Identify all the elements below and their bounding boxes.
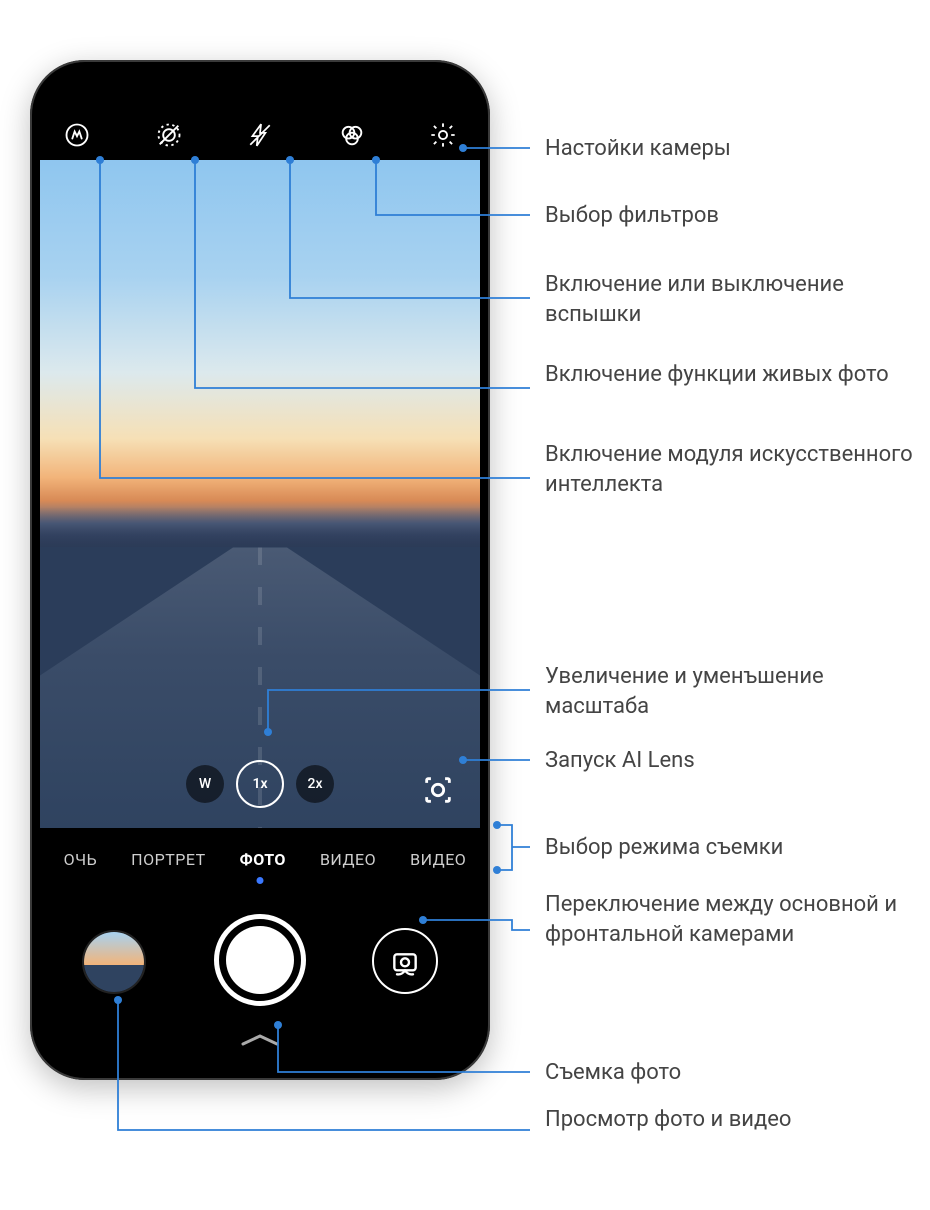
mode-photo[interactable]: ФОТО <box>240 850 286 869</box>
zoom-1x-button[interactable]: 1x <box>236 760 284 808</box>
mode-night[interactable]: ОЧЬ <box>64 850 98 869</box>
callout-swap-camera: Переключение между основной и фронтально… <box>545 890 915 949</box>
mode-portrait[interactable]: ПОРТРЕТ <box>131 850 205 869</box>
callout-flash: Включение или выключение вспышки <box>545 270 915 329</box>
mode-bar[interactable]: ОЧЬ ПОРТРЕТ ФОТО ВИДЕО ВИДЕО <box>40 828 480 890</box>
callout-ai-lens: Запуск AI Lens <box>545 746 915 776</box>
chevron-up-icon[interactable] <box>239 1032 281 1052</box>
callout-shutter: Съемка фото <box>545 1058 915 1088</box>
ai-lens-button[interactable] <box>418 770 458 810</box>
zoom-bar: W 1x 2x <box>40 760 480 808</box>
viewfinder[interactable]: W 1x 2x <box>40 160 480 828</box>
mode-indicator-dot <box>257 877 264 884</box>
callout-settings: Настойки камеры <box>545 134 915 164</box>
ai-icon[interactable] <box>62 120 92 150</box>
callout-mode-select: Выбор режима съемки <box>545 833 915 863</box>
filters-icon[interactable] <box>337 120 367 150</box>
callout-zoom: Увеличение и уменъшение масштаба <box>545 662 915 721</box>
gear-icon[interactable] <box>428 120 458 150</box>
flash-off-icon[interactable] <box>245 120 275 150</box>
callout-ai-module: Включение модуля искусственного интеллек… <box>545 440 915 499</box>
callout-live-photo: Включение функции живых фото <box>545 360 915 390</box>
mode-video2[interactable]: ВИДЕО <box>410 850 466 869</box>
camera-screen: W 1x 2x ОЧЬ ПОРТРЕТ ФОТО ВИДЕО ВИДЕО <box>40 70 480 1070</box>
callout-filters: Выбор фильтров <box>545 201 915 231</box>
gallery-thumbnail[interactable] <box>82 930 146 994</box>
phone-frame: W 1x 2x ОЧЬ ПОРТРЕТ ФОТО ВИДЕО ВИДЕО <box>30 60 490 1080</box>
switch-camera-button[interactable] <box>372 928 438 994</box>
bottom-controls <box>40 890 480 1070</box>
shutter-button[interactable] <box>214 914 306 1006</box>
live-photo-icon[interactable] <box>154 120 184 150</box>
top-icon-bar <box>40 70 480 160</box>
zoom-wide-button[interactable]: W <box>186 765 224 803</box>
zoom-2x-button[interactable]: 2x <box>296 765 334 803</box>
mode-video[interactable]: ВИДЕО <box>320 850 376 869</box>
callout-gallery: Просмотр фото и видео <box>545 1105 915 1135</box>
